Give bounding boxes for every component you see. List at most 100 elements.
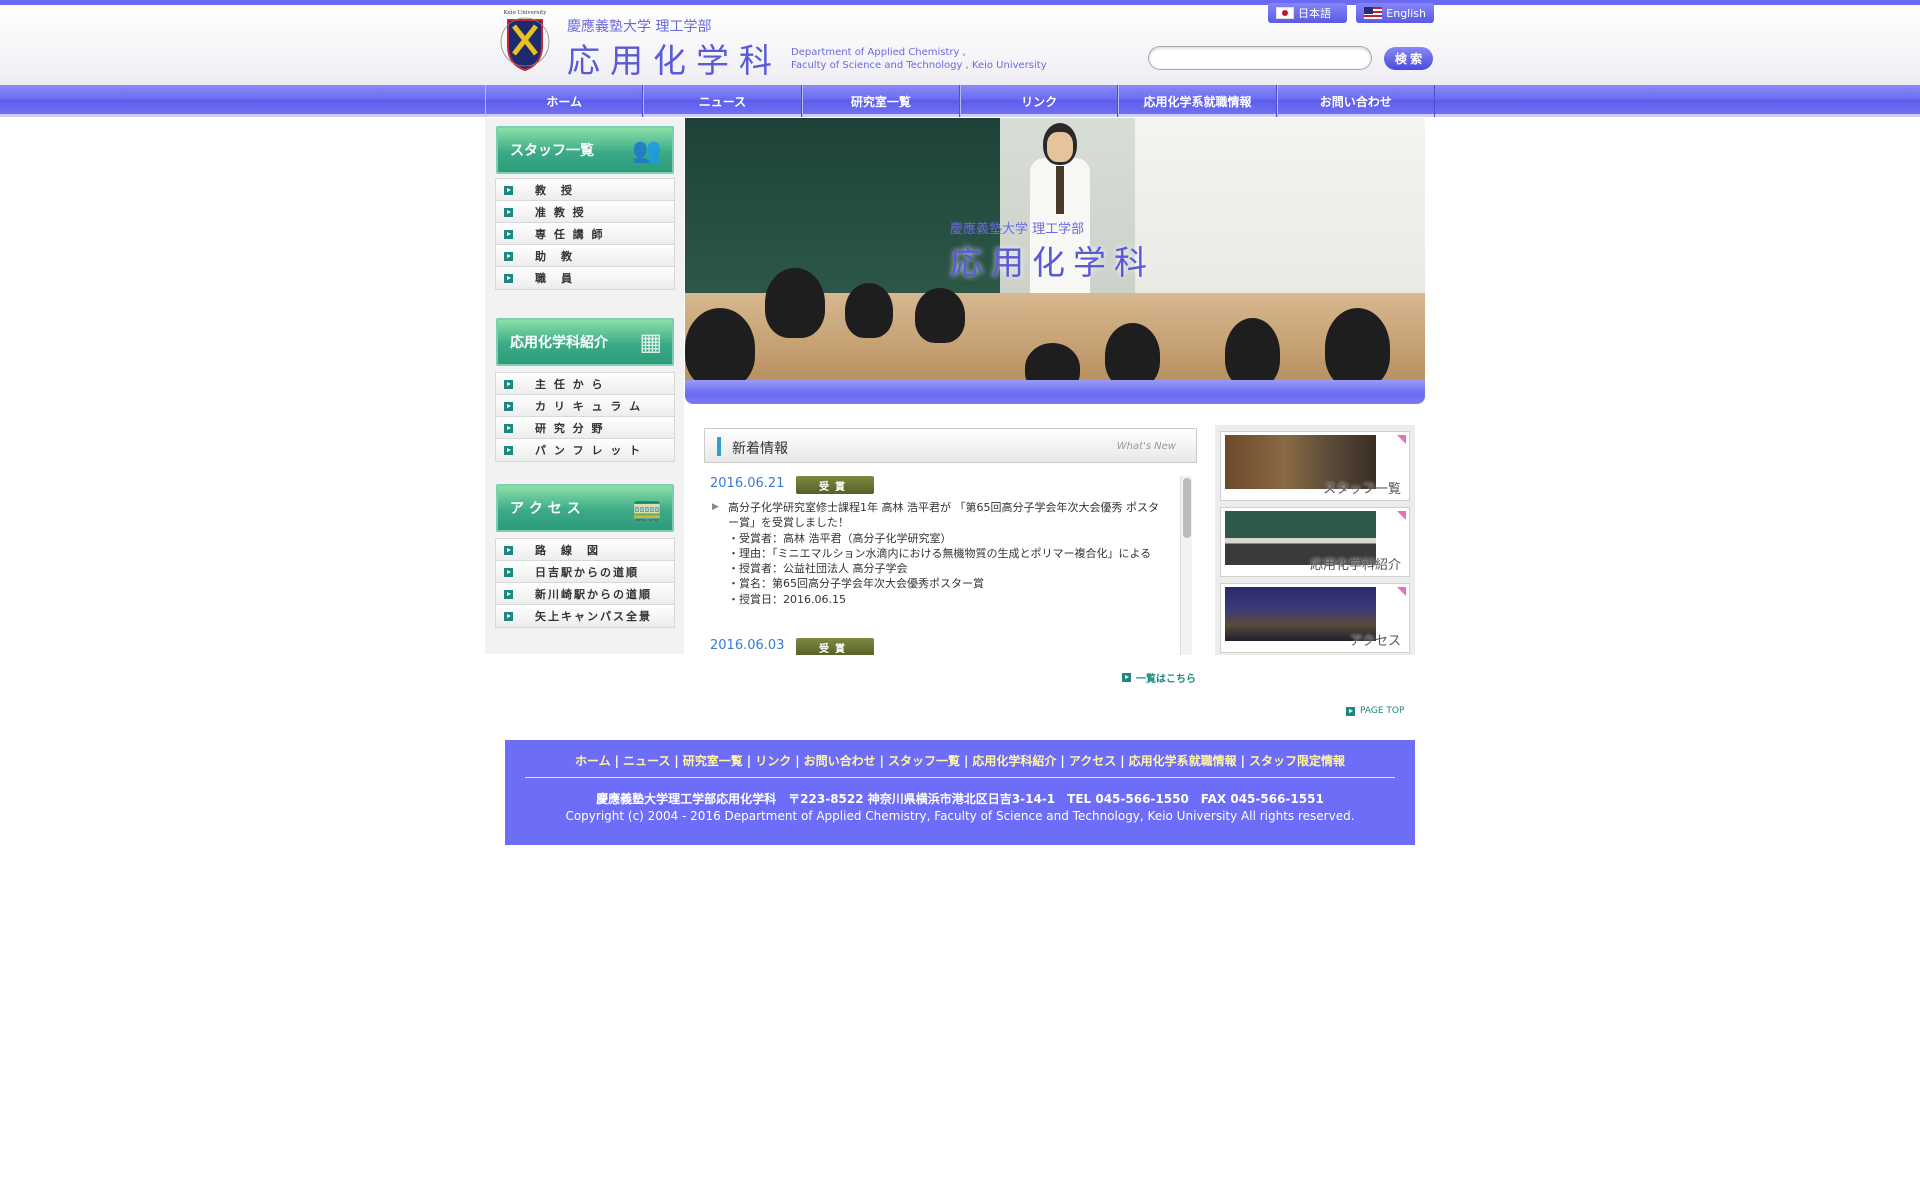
student-head [1105,323,1160,380]
news-more-label: 一覧はこちら [1136,674,1196,685]
language-japanese-label: 日本語 [1298,7,1331,20]
banner-staff[interactable]: スタッフ一覧 [1220,431,1410,501]
sidebar-item-staff[interactable]: 職 員 [495,266,675,290]
sidebar-item-from-shinkawasaki[interactable]: 新川崎駅からの道順 [495,582,675,606]
arrow-bullet-icon [504,423,513,433]
footer-separator: | [1240,754,1246,768]
news-category-badge: 受賞 [796,476,874,494]
arrow-bullet-icon [1122,673,1131,682]
footer-divider [525,777,1395,778]
arrow-bullet-icon [504,545,513,555]
news-item-detail: ・受賞者：高林 浩平君（高分子化学研究室） [728,531,952,545]
corner-marker-icon [1397,435,1406,444]
footer-link-access[interactable]: アクセス [1069,754,1116,768]
arrow-bullet-icon [504,273,513,283]
news-item-detail: ・授賞日：2016.06.15 [728,592,846,606]
news-item-body[interactable]: ▶ 高分子化学研究室修士課程1年 高林 浩平君が 「第65回高分子学会年次大会優… [712,500,1168,607]
news-title: 新着情報 [732,441,788,457]
sidebar-item-label: 日吉駅からの道順 [535,566,639,579]
language-english-button[interactable]: English [1356,3,1434,23]
sidebar-item-chair-message[interactable]: 主 任 か ら [495,372,675,396]
sidebar-item-associate-professor[interactable]: 准 教 授 [495,200,675,224]
language-english-label: English [1386,6,1426,20]
footer-link-staff[interactable]: スタッフ一覧 [888,754,960,768]
footer-link-news[interactable]: ニュース [623,754,670,768]
people-icon: 👥 [632,136,662,164]
sidebar-heading-access[interactable]: ア ク セ ス 🚃 [496,484,674,532]
arrow-bullet-icon [504,589,513,599]
banner-access-label: アクセス [1349,634,1401,649]
sidebar-item-route-map[interactable]: 路 線 図 [495,538,675,562]
sidebar-item-label: パ ン フ レ ッ ト [535,444,643,457]
page-top-link[interactable]: PAGE TOP [1346,706,1404,716]
footer-link-home[interactable]: ホーム [575,754,611,768]
news-scrollbar[interactable] [1180,476,1192,655]
arrow-bullet-icon [504,611,513,621]
sidebar-item-from-hiyoshi[interactable]: 日吉駅からの道順 [495,560,675,584]
sidebar-item-label: 専 任 講 師 [535,228,605,241]
arrow-bullet-icon [504,379,513,389]
footer: ホーム | ニュース | 研究室一覧 | リンク | お問い合わせ | スタッフ一覧 | 応用化学科紹介… [505,740,1415,845]
news-scrollbar-thumb[interactable] [1183,478,1191,538]
banner-access[interactable]: アクセス [1220,583,1410,653]
english-name-line2: Faculty of Science and Technology , Keio… [791,60,1047,71]
footer-link-intro[interactable]: 応用化学科紹介 [972,754,1056,768]
sidebar-item-label: 職 員 [535,272,574,285]
news-item-detail: ・授賞者：公益社団法人 高分子学会 [728,562,908,576]
arrow-bullet-icon [504,445,513,455]
banner-intro[interactable]: 応用化学科紹介 [1220,507,1410,577]
sidebar-item-professor[interactable]: 教 授 [495,178,675,202]
sidebar-item-campus-view[interactable]: 矢上キャンパス全景 [495,604,675,628]
news-header: 新着情報 What's New [704,428,1197,463]
hero-title: 応用化学科 [950,243,1155,282]
footer-link-careers[interactable]: 応用化学系就職情報 [1129,754,1237,768]
footer-separator: | [746,754,752,768]
sidebar-item-lecturer[interactable]: 専 任 講 師 [495,222,675,246]
sidebar-item-assistant-professor[interactable]: 助 教 [495,244,675,268]
search-input[interactable] [1148,46,1372,70]
news-date: 2016.06.21 [710,476,785,491]
arrow-bullet-icon [1346,706,1355,716]
news-panel: 新着情報 What's New 2016.06.21 受賞 ▶ 高分子化学研究室… [704,428,1197,655]
sidebar-item-curriculum[interactable]: カ リ キ ュ ラ ム [495,394,675,418]
sidebar-heading-access-label: ア ク セ ス [510,501,581,517]
building-icon: ▦ [639,328,662,356]
arrow-bullet-icon [504,229,513,239]
news-date: 2016.06.03 [710,638,785,653]
sidebar-item-pamphlet[interactable]: パ ン フ レ ッ ト [495,438,675,462]
banner-intro-label: 応用化学科紹介 [1309,558,1401,573]
page-top-label: PAGE TOP [1360,706,1405,716]
site-title[interactable]: 応用化学科 [567,34,782,82]
news-item-detail: ・理由：「ミニエマルション水滴内における無機物質の生成とポリマー複合化」による [728,546,1152,560]
footer-link-labs[interactable]: 研究室一覧 [683,754,743,768]
hero-subtitle: 慶應義塾大学 理工学部 [950,222,1085,237]
language-japanese-button[interactable]: 日本語 [1268,3,1347,23]
sidebar-heading-intro-label: 応用化学科紹介 [510,335,608,351]
footer-separator: | [1060,754,1065,768]
footer-separator: | [614,754,619,768]
footer-link-links[interactable]: リンク [755,754,791,768]
news-title-english: What's New [1116,441,1176,452]
arrow-bullet-icon [504,401,513,411]
sidebar-heading-intro[interactable]: 応用化学科紹介 ▦ [496,318,674,366]
sidebar-item-label: 助 教 [535,250,574,263]
page-container: Keio University 慶應義塾大学 理工学部 応用化学科 Depart… [485,0,1435,1200]
lecturer-tie [1056,166,1064,214]
footer-separator: | [879,754,884,768]
banner-staff-label: スタッフ一覧 [1322,482,1401,497]
svg-text:Keio University: Keio University [504,10,548,16]
sidebar-item-research-fields[interactable]: 研 究 分 野 [495,416,675,440]
student-head [845,283,893,338]
footer-link-staff-only[interactable]: スタッフ限定情報 [1249,754,1345,768]
student-head [1325,308,1390,380]
footer-link-contact[interactable]: お問い合わせ [804,754,876,768]
sidebar-heading-staff[interactable]: スタッフ一覧 👥 [496,126,674,174]
sidebar-item-label: 新川崎駅からの道順 [535,588,652,601]
news-item-detail: ・賞名：第65回高分子学会年次大会優秀ポスター賞 [728,577,984,591]
keio-emblem-icon[interactable]: Keio University [500,8,550,80]
arrow-bullet-icon [504,185,513,195]
search-button[interactable]: 検 索 [1384,47,1433,70]
news-list[interactable]: 2016.06.21 受賞 ▶ 高分子化学研究室修士課程1年 高林 浩平君が 「… [704,472,1197,655]
hero-image: 慶應義塾大学 理工学部 応用化学科 [685,118,1425,380]
news-more-link[interactable]: 一覧はこちら [1122,670,1196,685]
